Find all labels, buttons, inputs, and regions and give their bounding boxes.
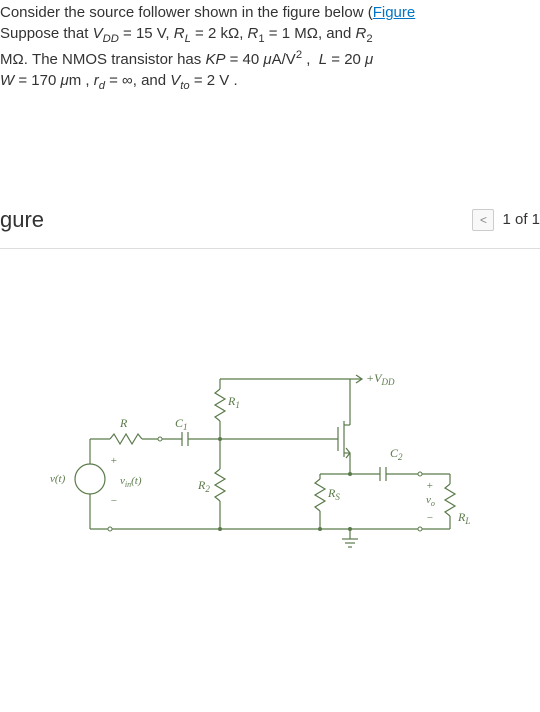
rl-label: RL	[457, 510, 470, 526]
problem-line-1: Consider the source follower shown in th…	[0, 2, 540, 23]
vin-label: vin(t)	[120, 475, 142, 489]
c1-label: C1	[175, 416, 188, 432]
figure-section: gure < 1 of 1 +VDD R1 C1	[0, 197, 540, 563]
circuit-svg: +VDD R1 C1 R v(t) +	[20, 329, 500, 559]
r1-label: R1	[227, 394, 240, 410]
vdd-label: +VDD	[366, 371, 395, 387]
vt-source-label: v(t)	[50, 473, 66, 485]
line1-text: Consider the source follower shown in th…	[0, 4, 373, 21]
figure-link[interactable]: Figure	[373, 4, 416, 21]
vo-label: vo	[426, 494, 435, 508]
problem-line-3: MΩ. The NMOS transistor has KP = 40 μA/V…	[0, 48, 540, 70]
chevron-left-icon[interactable]: <	[472, 209, 494, 231]
minus-sign: −	[110, 495, 117, 507]
plus-vo: +	[426, 480, 433, 492]
rs-label: RS	[327, 486, 340, 502]
minus-vo: −	[426, 512, 433, 524]
r2-label: R2	[197, 478, 210, 494]
problem-statement: Consider the source follower shown in th…	[0, 0, 540, 97]
figure-header: gure < 1 of 1	[0, 197, 540, 249]
r-label: R	[119, 416, 128, 430]
figure-pager: < 1 of 1	[472, 209, 540, 231]
problem-line-2: Suppose that VDD = 15 V, RL = 2 kΩ, R1 =…	[0, 23, 540, 48]
c2-label: C2	[390, 446, 403, 462]
pager-text: 1 of 1	[502, 211, 540, 228]
circuit-diagram: +VDD R1 C1 R v(t) +	[0, 329, 540, 563]
figure-title: gure	[0, 207, 44, 233]
problem-line-4: W = 170 μm , rd = ∞, and Vto = 2 V .	[0, 70, 540, 95]
plus-sign: +	[110, 455, 117, 467]
